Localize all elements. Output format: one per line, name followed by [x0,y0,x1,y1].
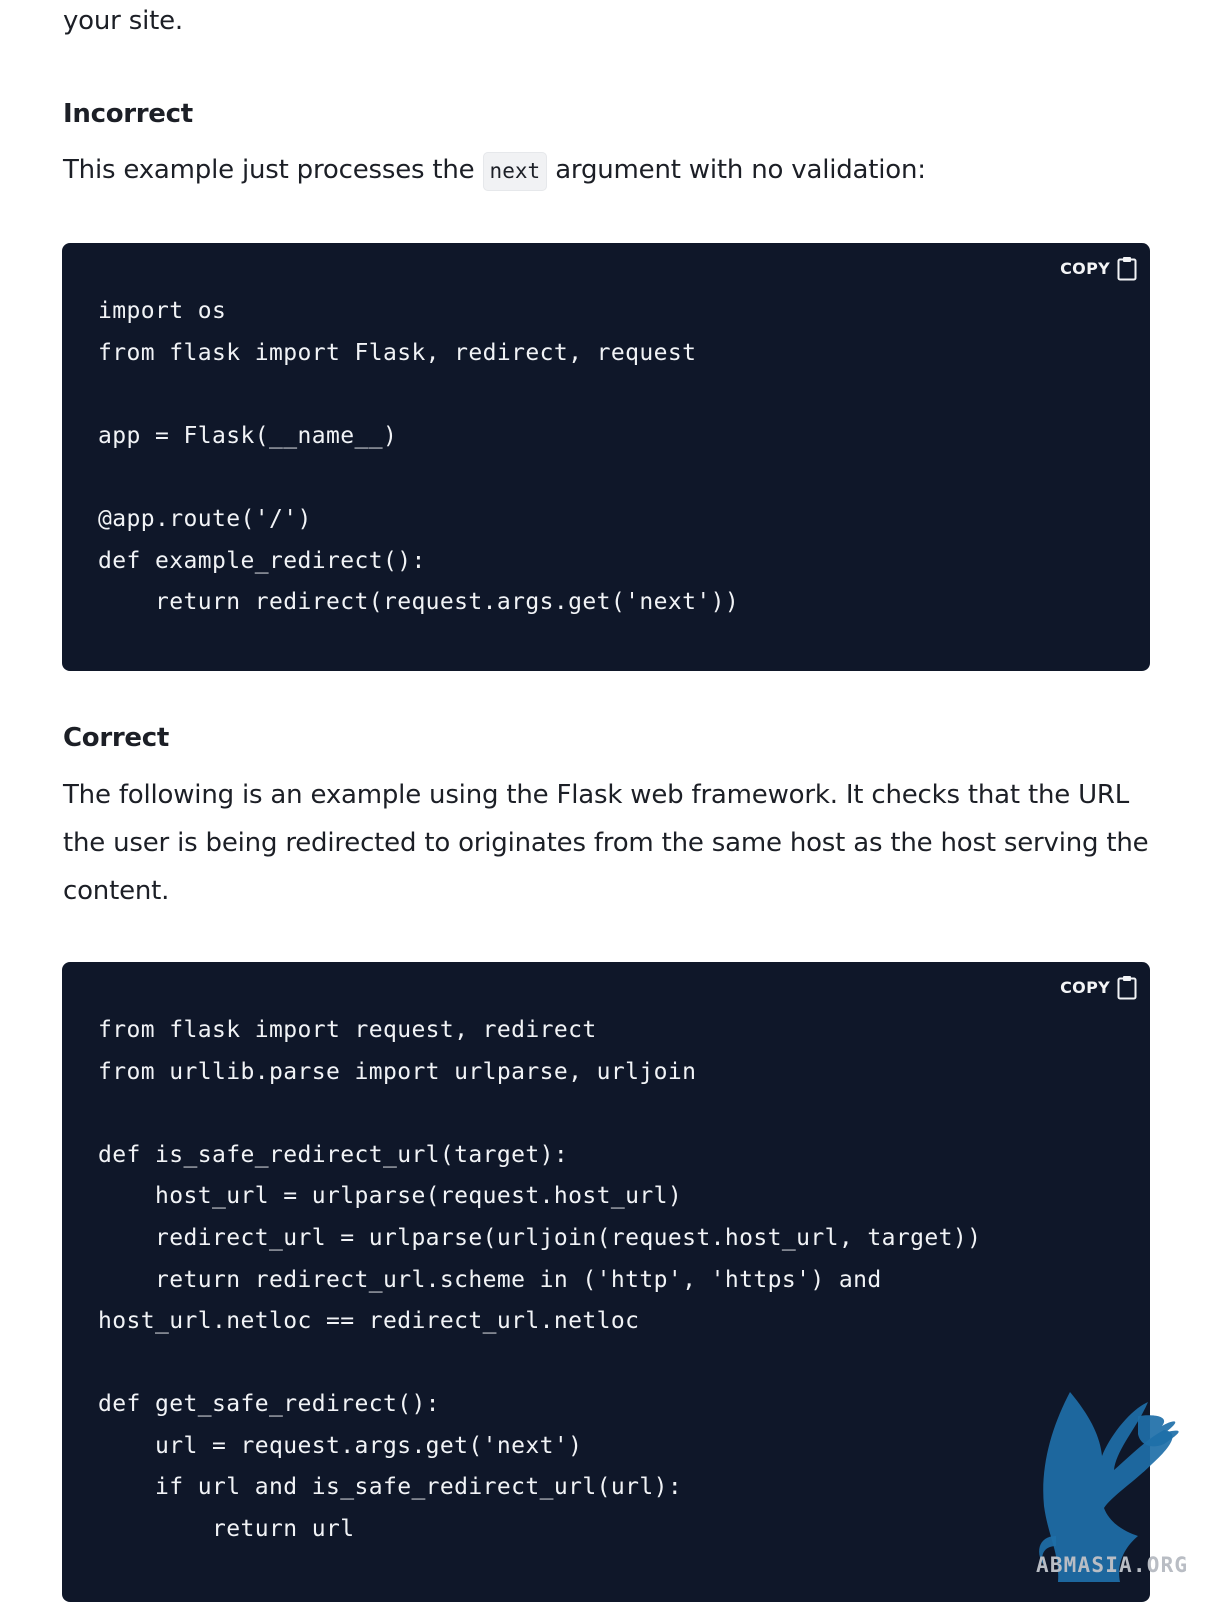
copy-button[interactable]: COPY [1060,256,1137,281]
copy-button[interactable]: COPY [1060,975,1137,1000]
code-line: url = request.args.get('next') [98,1433,583,1459]
code-line: host_url.netloc == redirect_url.netloc [98,1308,640,1334]
inline-code-next: next [482,152,548,191]
code-line: return url [98,1516,355,1542]
code-line: host_url = urlparse(request.host_url) [98,1183,683,1209]
code-line: @app.route('/') [98,506,312,532]
code-line: redirect_url = urlparse(urljoin(request.… [98,1225,982,1251]
correct-description: The following is an example using the Fl… [63,780,1149,906]
copy-button-label: COPY [1060,978,1110,997]
watermark-text: ABMASIA.ORG [1036,1553,1189,1577]
code-line: from urllib.parse import urlparse, urljo… [98,1059,697,1085]
code-line: from flask import request, redirect [98,1017,597,1043]
incorrect-description-after: argument with no validation: [555,155,926,185]
intro-tail-text: your site. [63,6,183,36]
clipboard-icon [1117,256,1137,281]
code-line: return redirect(request.args.get('next')… [98,589,740,615]
incorrect-description: This example just processes the next arg… [63,152,926,191]
copy-button-label: COPY [1060,259,1110,278]
incorrect-code-block: COPY import os from flask import Flask, … [62,243,1150,671]
code-line: def get_safe_redirect(): [98,1391,440,1417]
code-line: import os [98,298,227,324]
code-line: def example_redirect(): [98,548,426,574]
code-line: return redirect_url.scheme in ('http', '… [98,1267,882,1293]
correct-heading: Correct [63,723,169,753]
correct-code-block: COPY from flask import request, redirect… [62,962,1150,1602]
code-line: def is_safe_redirect_url(target): [98,1142,569,1168]
incorrect-description-before: This example just processes the [63,155,475,185]
code-line: if url and is_safe_redirect_url(url): [98,1474,683,1500]
clipboard-icon [1117,975,1137,1000]
incorrect-heading: Incorrect [63,99,193,129]
code-line: from flask import Flask, redirect, reque… [98,340,697,366]
code-line: app = Flask(__name__) [98,423,398,449]
